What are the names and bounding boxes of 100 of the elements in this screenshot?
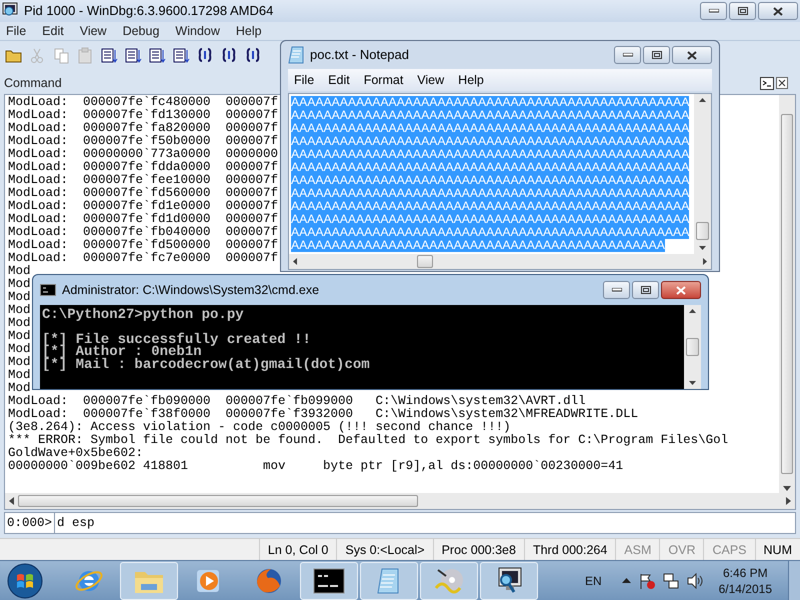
- output-line: GoldWave+0x5be602:: [8, 447, 144, 460]
- scroll-up-icon[interactable]: [689, 309, 696, 313]
- minimize-icon: [612, 288, 622, 292]
- menu-item[interactable]: Help: [458, 70, 484, 90]
- console-line: [*] Mail : barcodecrow(at)gmail(dot)com: [42, 358, 370, 371]
- terminal-icon: [313, 568, 345, 594]
- close-icon: [676, 286, 686, 294]
- scroll-thumb[interactable]: [781, 114, 793, 474]
- taskbar-button[interactable]: [300, 562, 358, 600]
- menu-item[interactable]: Debug: [122, 22, 160, 40]
- maximize-icon: [640, 286, 650, 294]
- output-line: Mod: [8, 369, 31, 382]
- maximize-button[interactable]: [643, 46, 670, 64]
- window-title: Administrator: C:\Windows\System32\cmd.exe: [62, 282, 320, 299]
- taskbar-button[interactable]: [480, 562, 538, 600]
- menu-item[interactable]: View: [417, 70, 444, 90]
- output-line: ModLoad: 000007fe`fd560000 000007f: [8, 187, 278, 200]
- close-icon: [773, 6, 783, 16]
- scroll-down-icon[interactable]: [783, 486, 791, 491]
- window-title: poc.txt - Notepad: [310, 46, 410, 64]
- output-line: Mod: [8, 382, 31, 395]
- scroll-right-icon[interactable]: [703, 258, 707, 265]
- menu-item[interactable]: Edit: [42, 22, 64, 40]
- menu-item[interactable]: Format: [364, 70, 404, 90]
- scroll-down-icon[interactable]: [699, 246, 706, 250]
- menu-item[interactable]: View: [80, 22, 107, 40]
- menu-item[interactable]: File: [294, 70, 314, 90]
- output-line: ModLoad: 000007fe`f38f0000 000007fe`f3932000 C:\Windows\system32\MFREADWRITE.DLL: [8, 408, 638, 421]
- horizontal-scrollbar[interactable]: [289, 254, 711, 269]
- output-line: ModLoad: 000007fe`fd1e0000 000007f: [8, 200, 278, 213]
- output-line: ModLoad: 000007fe`fb090000 000007fe`fb099000 C:\Windows\system32\AVRT.dll: [8, 395, 586, 408]
- command-input[interactable]: d esp: [55, 512, 796, 534]
- minimize-button[interactable]: [614, 46, 641, 64]
- close-button[interactable]: [672, 46, 712, 64]
- caret-up-icon[interactable]: [622, 578, 631, 583]
- output-line: ModLoad: 000007fe`f50b0000 000007f: [8, 135, 278, 148]
- document-icon: [124, 46, 142, 65]
- output-line: ModLoad: 000007fe`fa820000 000007f: [8, 122, 278, 135]
- copy-icon: [52, 46, 70, 65]
- vertical-scrollbar[interactable]: [684, 305, 701, 389]
- command-prompt: 0:000>: [4, 512, 56, 534]
- output-line: Mod: [8, 304, 31, 317]
- scroll-left-icon[interactable]: [293, 258, 297, 265]
- output-line: ModLoad: 000007fe`fd130000 000007f: [8, 109, 278, 122]
- language-indicator[interactable]: EN: [584, 572, 602, 590]
- output-line: Mod: [8, 356, 31, 369]
- minimize-button[interactable]: [603, 281, 630, 299]
- vertical-scrollbar[interactable]: [694, 94, 711, 254]
- menu-item[interactable]: Window: [175, 22, 220, 40]
- pane-title: Command: [4, 74, 62, 92]
- clock[interactable]: 6:46 PM 6/14/2015: [718, 564, 772, 596]
- document-icon: [100, 46, 118, 65]
- notepad-icon: [288, 46, 304, 64]
- output-line: Mod: [8, 343, 31, 356]
- terminal-icon[interactable]: [760, 76, 774, 90]
- output-line: ModLoad: 000007fe`fc480000 000007f: [8, 96, 278, 109]
- scroll-thumb[interactable]: [686, 338, 699, 356]
- network-icon[interactable]: [662, 572, 679, 588]
- speaker-icon[interactable]: [686, 572, 703, 588]
- minimize-icon: [622, 53, 632, 57]
- maximize-button[interactable]: [632, 281, 659, 299]
- maximize-icon: [738, 7, 748, 15]
- menu-item[interactable]: Help: [236, 22, 262, 40]
- output-line: Mod: [8, 278, 31, 291]
- close-button[interactable]: [661, 281, 701, 299]
- output-line: ModLoad: 000007fe`fd500000 000007f: [8, 239, 278, 252]
- scroll-right-icon[interactable]: [786, 497, 791, 505]
- scroll-down-icon[interactable]: [689, 381, 696, 385]
- output-line: ModLoad: 000007fe`fdda0000 000007f: [8, 161, 278, 174]
- scroll-thumb[interactable]: [18, 495, 418, 507]
- maximize-button[interactable]: [729, 2, 756, 20]
- clock-time: 6:46 PM: [722, 564, 768, 580]
- clock-date: 6/14/2015: [718, 580, 772, 596]
- close-button[interactable]: [758, 2, 798, 20]
- scroll-up-icon[interactable]: [699, 98, 706, 102]
- minimize-icon: [708, 9, 718, 13]
- output-line: ModLoad: 000007fe`fd1d0000 000007f: [8, 213, 278, 226]
- output-line: ModLoad: 00000000`773a0000 0000000: [8, 148, 278, 161]
- scroll-left-icon[interactable]: [9, 497, 14, 505]
- window-title: Pid 1000 - WinDbg:6.3.9600.17298 AMD64: [24, 2, 274, 20]
- paste-icon: [76, 46, 94, 65]
- console-line: C:\Python27>python po.py: [42, 309, 244, 322]
- document-icon: [148, 46, 166, 65]
- output-line: (3e8.264): Access violation - code c0000005 (!!! second chance !!!): [8, 421, 511, 434]
- scroll-thumb[interactable]: [417, 255, 433, 268]
- output-line: Mod: [8, 265, 31, 278]
- close-icon[interactable]: [776, 77, 788, 89]
- scroll-thumb[interactable]: [696, 222, 709, 240]
- output-line: Mod: [8, 330, 31, 343]
- flag-icon[interactable]: [638, 572, 655, 588]
- menu-item[interactable]: Edit: [328, 70, 350, 90]
- menu-item[interactable]: File: [6, 22, 26, 40]
- horizontal-scrollbar[interactable]: [5, 493, 795, 509]
- document-icon: [172, 46, 190, 65]
- output-line: ModLoad: 000007fe`fb040000 000007f: [8, 226, 278, 239]
- vertical-scrollbar[interactable]: [779, 95, 795, 493]
- windows-orb-icon: [7, 562, 43, 598]
- minimize-button[interactable]: [700, 2, 727, 20]
- output-line: ModLoad: 000007fe`fee10000 000007f: [8, 174, 278, 187]
- output-line: Mod: [8, 291, 31, 304]
